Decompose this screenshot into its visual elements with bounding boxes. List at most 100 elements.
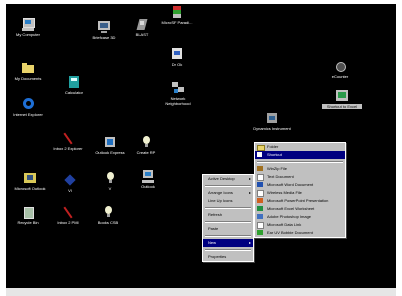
new-item-data-link[interactable]: Microsoft Data Link — [255, 221, 345, 229]
menu-item-arrange-icons[interactable]: Arrange Icons ▸ — [203, 189, 253, 197]
my-documents-icon[interactable]: My Documents — [8, 62, 48, 81]
network-neighborhood-icon[interactable]: Network Neighborhood — [158, 82, 198, 106]
icon-label: Internet Explorer — [13, 112, 43, 117]
computer-icon — [21, 18, 35, 31]
dynamics-instrument-icon[interactable]: Dynamics Instrument — [252, 112, 292, 131]
icon-label: Outlook — [141, 184, 155, 189]
lightbulb-icon — [139, 136, 153, 149]
menu-item-label: Shortcut — [267, 152, 282, 157]
icon-label: Outlook Express — [95, 150, 125, 155]
menu-item-label: Ear UV Bobbie Document — [267, 230, 313, 235]
my-computer-icon[interactable]: My Computer — [8, 18, 48, 37]
lightbulb-icon — [103, 172, 117, 185]
stacked-app-icon — [170, 6, 184, 19]
menu-item-line-up-icons[interactable]: Line Up Icons — [203, 197, 253, 205]
microsf-paradise-icon[interactable]: MicroSF Paradi... — [157, 6, 197, 25]
mail-icon — [103, 136, 117, 149]
icon-label: Inbox 2 PMI — [57, 220, 79, 225]
icon-label: Network Neighborhood — [165, 96, 191, 106]
network-icon — [171, 82, 185, 95]
desktop[interactable]: My Computer Briefcase 3D BLAST MicroSF P… — [6, 4, 396, 288]
menu-item-label: New — [208, 240, 217, 245]
shortcut-icon — [257, 152, 262, 157]
icon-label: eCounter — [331, 74, 349, 79]
menu-item-properties[interactable]: Properties — [203, 253, 253, 261]
icon-label: Recycle Bin — [17, 220, 39, 225]
books-csb-icon[interactable]: Books CSB — [88, 206, 128, 225]
menu-item-label: Microsoft Data Link — [267, 222, 302, 227]
new-item-powerpoint[interactable]: Microsoft PowerPoint Presentation — [255, 197, 345, 205]
inbox2-pmi-icon[interactable]: Inbox 2 PMI — [48, 206, 88, 225]
menu-separator — [205, 207, 251, 209]
submenu-arrow-icon: ▸ — [248, 176, 251, 181]
counter-icon — [333, 60, 347, 73]
menu-separator — [205, 235, 251, 237]
new-item-folder[interactable]: Folder — [255, 143, 345, 151]
menu-item-label: Microsoft Excel Worksheet — [267, 206, 315, 211]
dr-ok-icon[interactable]: Dr Ok — [157, 48, 197, 67]
wrench-icon — [61, 132, 75, 145]
briefcase-3d-icon[interactable]: Briefcase 3D — [84, 21, 124, 40]
new-item-wireless-media[interactable]: Wireless Media File — [255, 189, 345, 197]
icon-label: My Documents — [14, 76, 42, 81]
blast-app-icon — [135, 18, 149, 31]
excel-icon — [257, 206, 263, 211]
new-item-photoshop[interactable]: Adobe Photoshop Image — [255, 213, 345, 221]
icon-label: MicroSF Paradi... — [161, 20, 193, 25]
shortcut-to-excel-icon[interactable]: Shortcut to Excel — [322, 90, 362, 109]
outlook-express-icon[interactable]: Outlook Express — [90, 136, 130, 155]
new-item-bobbie-document[interactable]: Ear UV Bobbie Document — [255, 229, 345, 237]
new-item-word-document[interactable]: Microsoft Word Document — [255, 181, 345, 189]
menu-item-label: Line Up Icons — [208, 198, 233, 203]
recycle-bin-icon[interactable]: Recycle Bin — [8, 206, 48, 225]
ie-logo-icon — [21, 98, 35, 111]
wrench-icon — [61, 206, 75, 219]
document-icon — [257, 230, 263, 235]
menu-item-label: Folder — [267, 144, 279, 149]
icon-label: Microsoft Outlook — [14, 186, 46, 191]
new-item-text-document[interactable]: Text Document — [255, 173, 345, 181]
vi-icon[interactable]: VI — [50, 174, 90, 193]
outlook-icon[interactable]: Outlook — [128, 170, 168, 189]
media-file-icon — [257, 190, 264, 197]
icon-label: BLAST — [135, 32, 149, 37]
folder-icon — [21, 62, 35, 75]
v-icon[interactable]: V — [90, 172, 130, 191]
menu-separator — [205, 249, 251, 251]
photoshop-icon — [257, 214, 263, 219]
bottom-border — [6, 288, 396, 296]
menu-item-label: Arrange Icons — [208, 190, 233, 195]
menu-item-label: Paste — [208, 226, 219, 231]
document-icon — [170, 48, 184, 61]
menu-item-label: Properties — [208, 254, 227, 259]
word-icon — [257, 182, 263, 187]
menu-item-active-desktop[interactable]: Active Desktop ▸ — [203, 175, 253, 183]
menu-separator — [205, 221, 251, 223]
instrument-icon — [265, 112, 279, 125]
icon-label: Create RP — [136, 150, 156, 155]
menu-separator — [257, 161, 343, 163]
desktop-context-menu: Active Desktop ▸ Arrange Icons ▸ Line Up… — [202, 174, 254, 262]
icon-label: Books CSB — [97, 220, 119, 225]
computer-icon — [141, 170, 155, 183]
ecounter-icon[interactable]: eCounter — [320, 60, 360, 79]
new-item-shortcut[interactable]: Shortcut — [255, 151, 345, 159]
inbox2-explorer-icon[interactable]: Inbox 2 Explorer — [48, 132, 88, 151]
powerpoint-icon — [257, 198, 263, 203]
create-rp-icon[interactable]: Create RP — [126, 136, 166, 155]
internet-explorer-icon[interactable]: Internet Explorer — [8, 98, 48, 117]
menu-item-refresh[interactable]: Refresh — [203, 211, 253, 219]
new-item-excel[interactable]: Microsoft Excel Worksheet — [255, 205, 345, 213]
blast-icon[interactable]: BLAST — [122, 18, 162, 37]
new-item-winzip[interactable]: WinZip File — [255, 165, 345, 173]
menu-item-label: Microsoft PowerPoint Presentation — [267, 198, 329, 203]
submenu-arrow-icon: ▸ — [248, 190, 251, 195]
menu-item-paste[interactable]: Paste — [203, 225, 253, 233]
microsoft-outlook-icon[interactable]: Microsoft Outlook — [10, 172, 50, 191]
icon-label: Dynamics Instrument — [253, 126, 291, 131]
menu-item-label: Active Desktop — [208, 176, 235, 181]
menu-item-new[interactable]: New ▸ — [203, 239, 253, 247]
icon-label: Inbox 2 Explorer — [53, 146, 83, 151]
lightbulb-icon — [101, 206, 115, 219]
calculator-icon[interactable]: Calculator — [54, 76, 94, 95]
